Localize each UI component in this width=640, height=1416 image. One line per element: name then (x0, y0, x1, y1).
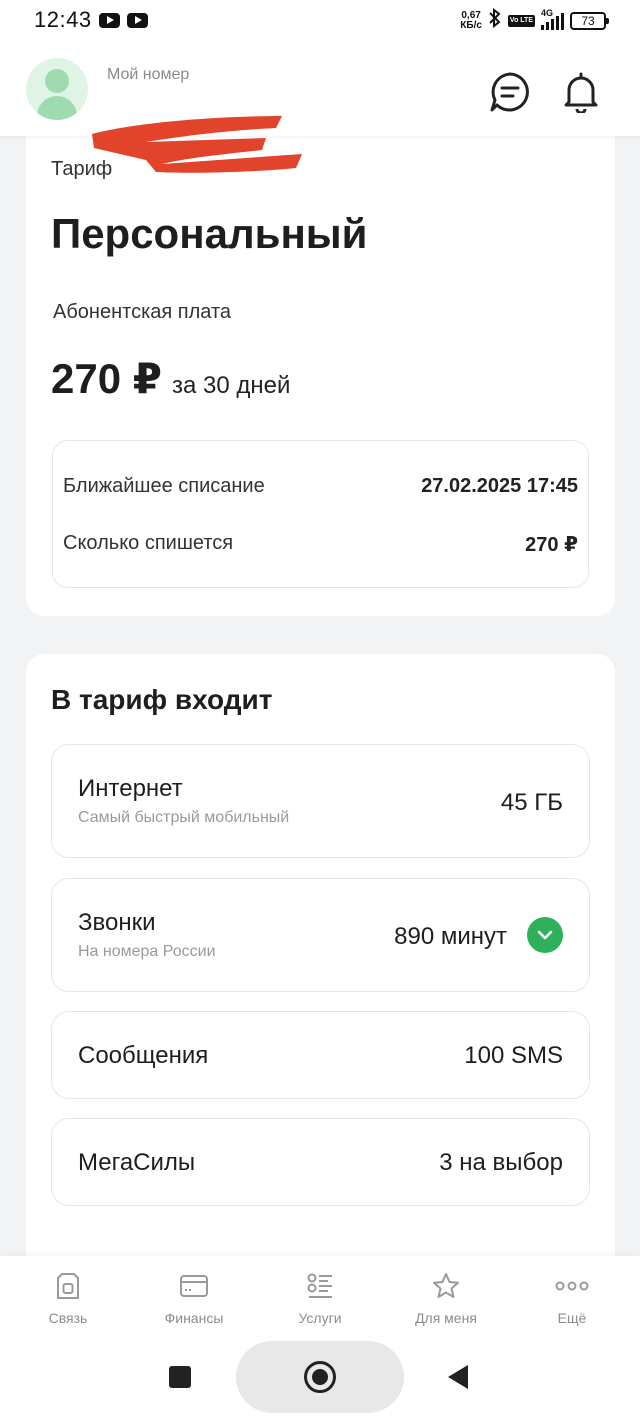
status-icons: 0,67 КБ/с Vo LTE 4G 73 (460, 7, 609, 33)
bell-icon[interactable] (560, 71, 602, 113)
nav-label: Финансы (164, 1310, 224, 1326)
price-period: за 30 дней (171, 372, 291, 399)
avatar[interactable] (26, 58, 88, 120)
package-title: Интернет (78, 775, 183, 802)
more-icon (555, 1281, 589, 1291)
nav-item-connection[interactable]: Связь (18, 1272, 118, 1326)
card-icon (180, 1275, 208, 1297)
charge-amount-value: 270 ₽ (525, 534, 578, 556)
package-title: Звонки (78, 909, 156, 936)
tariff-card: Тариф Персональный Абонентская плата 270… (26, 118, 615, 616)
bluetooth-icon (488, 7, 502, 33)
battery-icon: 73 (570, 11, 609, 30)
nav-label: Ещё (557, 1310, 587, 1326)
battery-level: 73 (581, 13, 595, 28)
next-charge-label: Ближайшее списание (63, 475, 265, 497)
tariff-name: Персональный (51, 210, 368, 257)
network-speed-value: 0,67 (461, 9, 481, 21)
next-charge-value: 27.02.2025 17:45 (421, 475, 578, 497)
youtube-notification-icon (98, 12, 120, 28)
package-value: 45 ГБ (500, 789, 563, 816)
charge-info-box: Ближайшее списание 27.02.2025 17:45 Скол… (52, 440, 589, 588)
includes-title: В тариф входит (51, 684, 273, 715)
expand-chevron-icon[interactable] (527, 917, 563, 953)
subscription-price: 270 ₽ за 30 дней (51, 354, 290, 403)
network-speed-unit: КБ/с (460, 19, 482, 31)
back-icon[interactable] (448, 1365, 468, 1389)
package-value: 3 на выбор (439, 1149, 563, 1176)
package-title: МегаСилы (78, 1149, 196, 1176)
subscription-fee-label: Абонентская плата (53, 301, 232, 323)
volte-icon: Vo LTE (507, 14, 535, 27)
status-bar: 12:43 0,67 КБ/с Vo LTE 4G 73 (0, 0, 640, 40)
nav-item-more[interactable]: Ещё (522, 1272, 622, 1326)
nav-label: Для меня (415, 1310, 477, 1326)
bottom-navigation: Связь Финансы Услуги Для меня Ещё (0, 1256, 640, 1346)
status-time: 12:43 (34, 7, 92, 32)
home-icon[interactable] (304, 1361, 336, 1393)
my-number-label[interactable]: Мой номер (107, 66, 189, 84)
package-subtitle: На номера России (78, 943, 216, 960)
nav-item-for-me[interactable]: Для меня (396, 1272, 496, 1326)
package-sms[interactable]: Сообщения 100 SMS (51, 1011, 590, 1099)
list-icon (307, 1273, 332, 1298)
network-speed: 0,67 КБ/с (460, 9, 482, 31)
package-title: Сообщения (78, 1042, 209, 1069)
package-internet[interactable]: Интернет Самый быстрый мобильный 45 ГБ (51, 744, 590, 858)
app-header: Мой номер (0, 40, 640, 173)
nav-item-finance[interactable]: Финансы (144, 1272, 244, 1326)
nav-label: Связь (48, 1310, 88, 1326)
signal-strength-icon: 4G (541, 8, 564, 30)
nav-item-services[interactable]: Услуги (270, 1272, 370, 1326)
sim-icon (57, 1273, 79, 1299)
package-value: 100 SMS (464, 1042, 563, 1069)
nav-label: Услуги (298, 1310, 342, 1326)
tariff-includes-card: В тариф входит Интернет Самый быстрый мо… (26, 654, 615, 1274)
charge-amount-label: Сколько спишется (63, 532, 234, 554)
package-value: 890 минут (394, 923, 507, 950)
price-amount: 270 ₽ (51, 355, 162, 402)
package-calls[interactable]: Звонки На номера России 890 минут (51, 878, 590, 992)
system-navigation-bar (0, 1341, 640, 1416)
redacted-phone-number (92, 116, 302, 173)
star-icon (433, 1273, 459, 1298)
recent-apps-icon[interactable] (169, 1366, 191, 1388)
package-megasily[interactable]: МегаСилы 3 на выбор (51, 1118, 590, 1206)
youtube-notification-icon-2 (126, 12, 148, 28)
chat-icon[interactable] (489, 71, 531, 113)
network-type-label: 4G (541, 7, 554, 18)
package-subtitle: Самый быстрый мобильный (78, 809, 290, 826)
